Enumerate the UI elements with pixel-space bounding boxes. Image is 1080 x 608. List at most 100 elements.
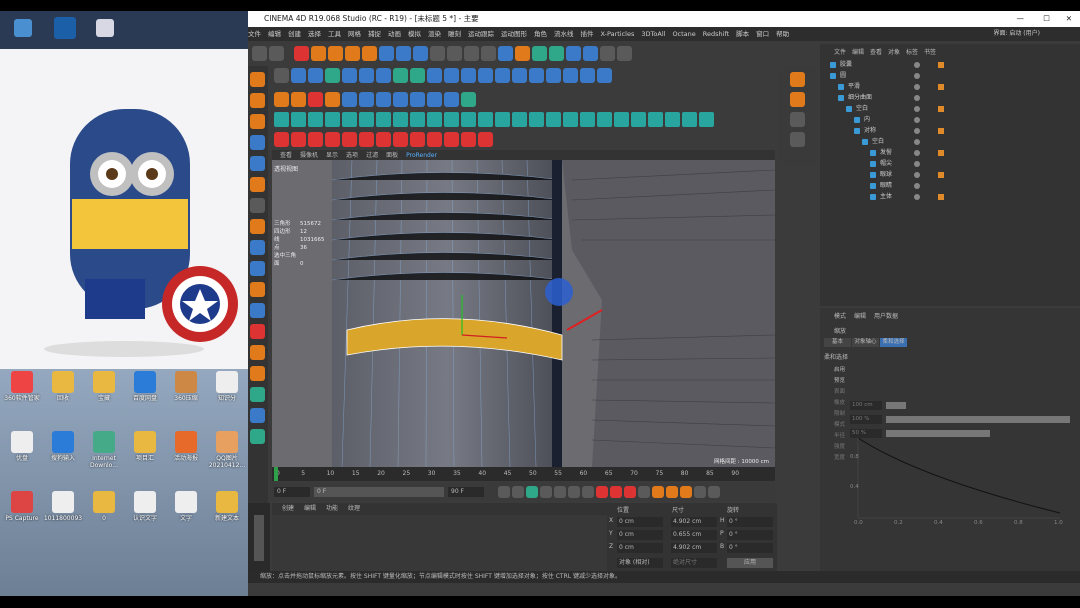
start-frame-field[interactable]: 0 F — [274, 487, 310, 497]
desktop-icon[interactable]: 360压缩 — [164, 371, 208, 402]
plugin-tool-icon[interactable] — [631, 111, 646, 127]
attribute-tab[interactable]: 对象轴心 — [852, 338, 879, 347]
menu-item[interactable]: 帮助 — [776, 30, 789, 38]
plugin-tool-icon[interactable] — [291, 131, 306, 147]
object-row[interactable]: 内 — [820, 115, 1080, 125]
coord-mode-select[interactable]: 对象 (相对) — [617, 558, 663, 568]
menu-item[interactable]: 角色 — [534, 30, 547, 38]
object-menu-item[interactable]: 对象 — [888, 47, 900, 56]
plugin-tool-icon[interactable] — [563, 67, 578, 83]
falloff-curve[interactable] — [850, 438, 1070, 528]
visibility-dots-icon[interactable] — [914, 161, 920, 167]
plugin-tool-icon[interactable] — [682, 111, 697, 127]
material-menu-item[interactable]: 编辑 — [304, 505, 316, 512]
size-field[interactable]: 0.655 cm — [671, 530, 717, 540]
recent-tool-icon[interactable] — [362, 45, 377, 61]
menu-item[interactable]: 渲染 — [428, 30, 441, 38]
size-field[interactable]: 4.902 cm — [671, 543, 717, 553]
pen-icon[interactable] — [515, 45, 530, 61]
live-select-icon[interactable] — [294, 45, 309, 61]
transport-button-icon[interactable] — [596, 486, 608, 498]
visibility-dots-icon[interactable] — [914, 73, 920, 79]
object-menu-item[interactable]: 编辑 — [852, 47, 864, 56]
plugin-tool-icon[interactable] — [308, 131, 323, 147]
render-view-icon[interactable] — [447, 45, 462, 61]
object-row[interactable]: 眼球 — [820, 170, 1080, 180]
plugin-tool-icon[interactable] — [359, 111, 374, 127]
left-tool-icon[interactable] — [250, 198, 265, 213]
plugin-tool-icon[interactable] — [699, 111, 714, 127]
desktop-icon[interactable]: PS Capture — [0, 491, 44, 522]
undo-icon[interactable] — [252, 45, 267, 61]
left-tool-icon[interactable] — [250, 345, 265, 360]
tag-icon[interactable] — [938, 106, 944, 112]
tag-icon[interactable] — [938, 128, 944, 134]
object-row[interactable]: 平滑 — [820, 82, 1080, 92]
left-tool-icon[interactable] — [250, 156, 265, 171]
frame-slider[interactable]: 0 F — [314, 487, 444, 497]
menu-item[interactable]: 脚本 — [736, 30, 749, 38]
desktop-icon[interactable]: 百度网盘 — [123, 371, 167, 402]
plugin-tool-icon[interactable] — [274, 131, 289, 147]
plugin-tool-icon[interactable] — [291, 91, 306, 107]
close-icon[interactable]: ✕ — [1066, 11, 1072, 27]
transport-button-icon[interactable] — [708, 486, 720, 498]
plugin-tool-icon[interactable] — [359, 67, 374, 83]
rotation-field[interactable]: 0 ° — [727, 517, 773, 527]
plugin-tool-icon[interactable] — [495, 67, 510, 83]
x-axis-icon[interactable] — [379, 45, 394, 61]
menu-item[interactable]: Redshift — [703, 30, 729, 38]
menu-item[interactable]: 捕捉 — [368, 30, 381, 38]
plugin-tool-icon[interactable] — [325, 91, 340, 107]
transport-button-icon[interactable] — [512, 486, 524, 498]
plugin-tool-icon[interactable] — [529, 111, 544, 127]
tag-icon[interactable] — [938, 172, 944, 178]
mode-icon[interactable] — [790, 72, 805, 87]
tweak-icon[interactable] — [790, 112, 805, 127]
plugin-tool-icon[interactable] — [597, 111, 612, 127]
desktop-icon[interactable]: 知识分 — [205, 371, 249, 402]
menu-item[interactable]: 创建 — [288, 30, 301, 38]
attribute-tab[interactable]: 基本 — [824, 338, 851, 347]
left-tool-icon[interactable] — [250, 303, 265, 318]
desktop-app-icon[interactable] — [54, 17, 76, 39]
plugin-tool-icon[interactable] — [427, 131, 442, 147]
plugin-tool-icon[interactable] — [342, 91, 357, 107]
paint-icon[interactable] — [790, 92, 805, 107]
viewport-menu-item[interactable]: ProRender — [406, 152, 437, 159]
menu-item[interactable]: 3DToAll — [641, 30, 665, 38]
attribute-slider[interactable] — [886, 430, 990, 437]
desktop-icon[interactable]: Internet Downlo... — [82, 431, 126, 469]
size-mode-select[interactable]: 绝对尺寸 — [671, 558, 717, 568]
plugin-tool-icon[interactable] — [614, 111, 629, 127]
plugin-tool-icon[interactable] — [444, 67, 459, 83]
desktop-icon[interactable]: 搜狗输入 — [41, 431, 85, 462]
minimize-icon[interactable]: — — [1017, 11, 1025, 27]
viewport-menu-item[interactable]: 查看 — [280, 152, 292, 159]
object-row[interactable]: 细分曲面 — [820, 93, 1080, 103]
attribute-slider[interactable] — [886, 402, 906, 409]
menu-item[interactable]: 运动图形 — [501, 30, 527, 38]
object-row[interactable]: 空白 — [820, 137, 1080, 147]
left-tool-icon[interactable] — [250, 93, 265, 108]
visibility-dots-icon[interactable] — [914, 139, 920, 145]
left-tool-icon[interactable] — [250, 135, 265, 150]
coord-system-icon[interactable] — [430, 45, 445, 61]
plugin-tool-icon[interactable] — [580, 67, 595, 83]
plugin-tool-icon[interactable] — [291, 111, 306, 127]
plugin-tool-icon[interactable] — [478, 111, 493, 127]
desktop-icon[interactable]: 活动海报 — [164, 431, 208, 462]
attribute-tab[interactable]: 柔和选择 — [880, 338, 907, 347]
object-row[interactable]: 发髻 — [820, 148, 1080, 158]
plugin-tool-icon[interactable] — [546, 67, 561, 83]
viewport-menu-item[interactable]: 选项 — [346, 152, 358, 159]
axis-icon[interactable] — [790, 132, 805, 147]
object-menu-item[interactable]: 查看 — [870, 47, 882, 56]
plugin-tool-icon[interactable] — [427, 67, 442, 83]
menu-item[interactable]: 文件 — [248, 30, 261, 38]
light-icon[interactable] — [617, 45, 632, 61]
floor-icon[interactable] — [583, 45, 598, 61]
subdivision-icon[interactable] — [532, 45, 547, 61]
visibility-dots-icon[interactable] — [914, 95, 920, 101]
transport-button-icon[interactable] — [680, 486, 692, 498]
